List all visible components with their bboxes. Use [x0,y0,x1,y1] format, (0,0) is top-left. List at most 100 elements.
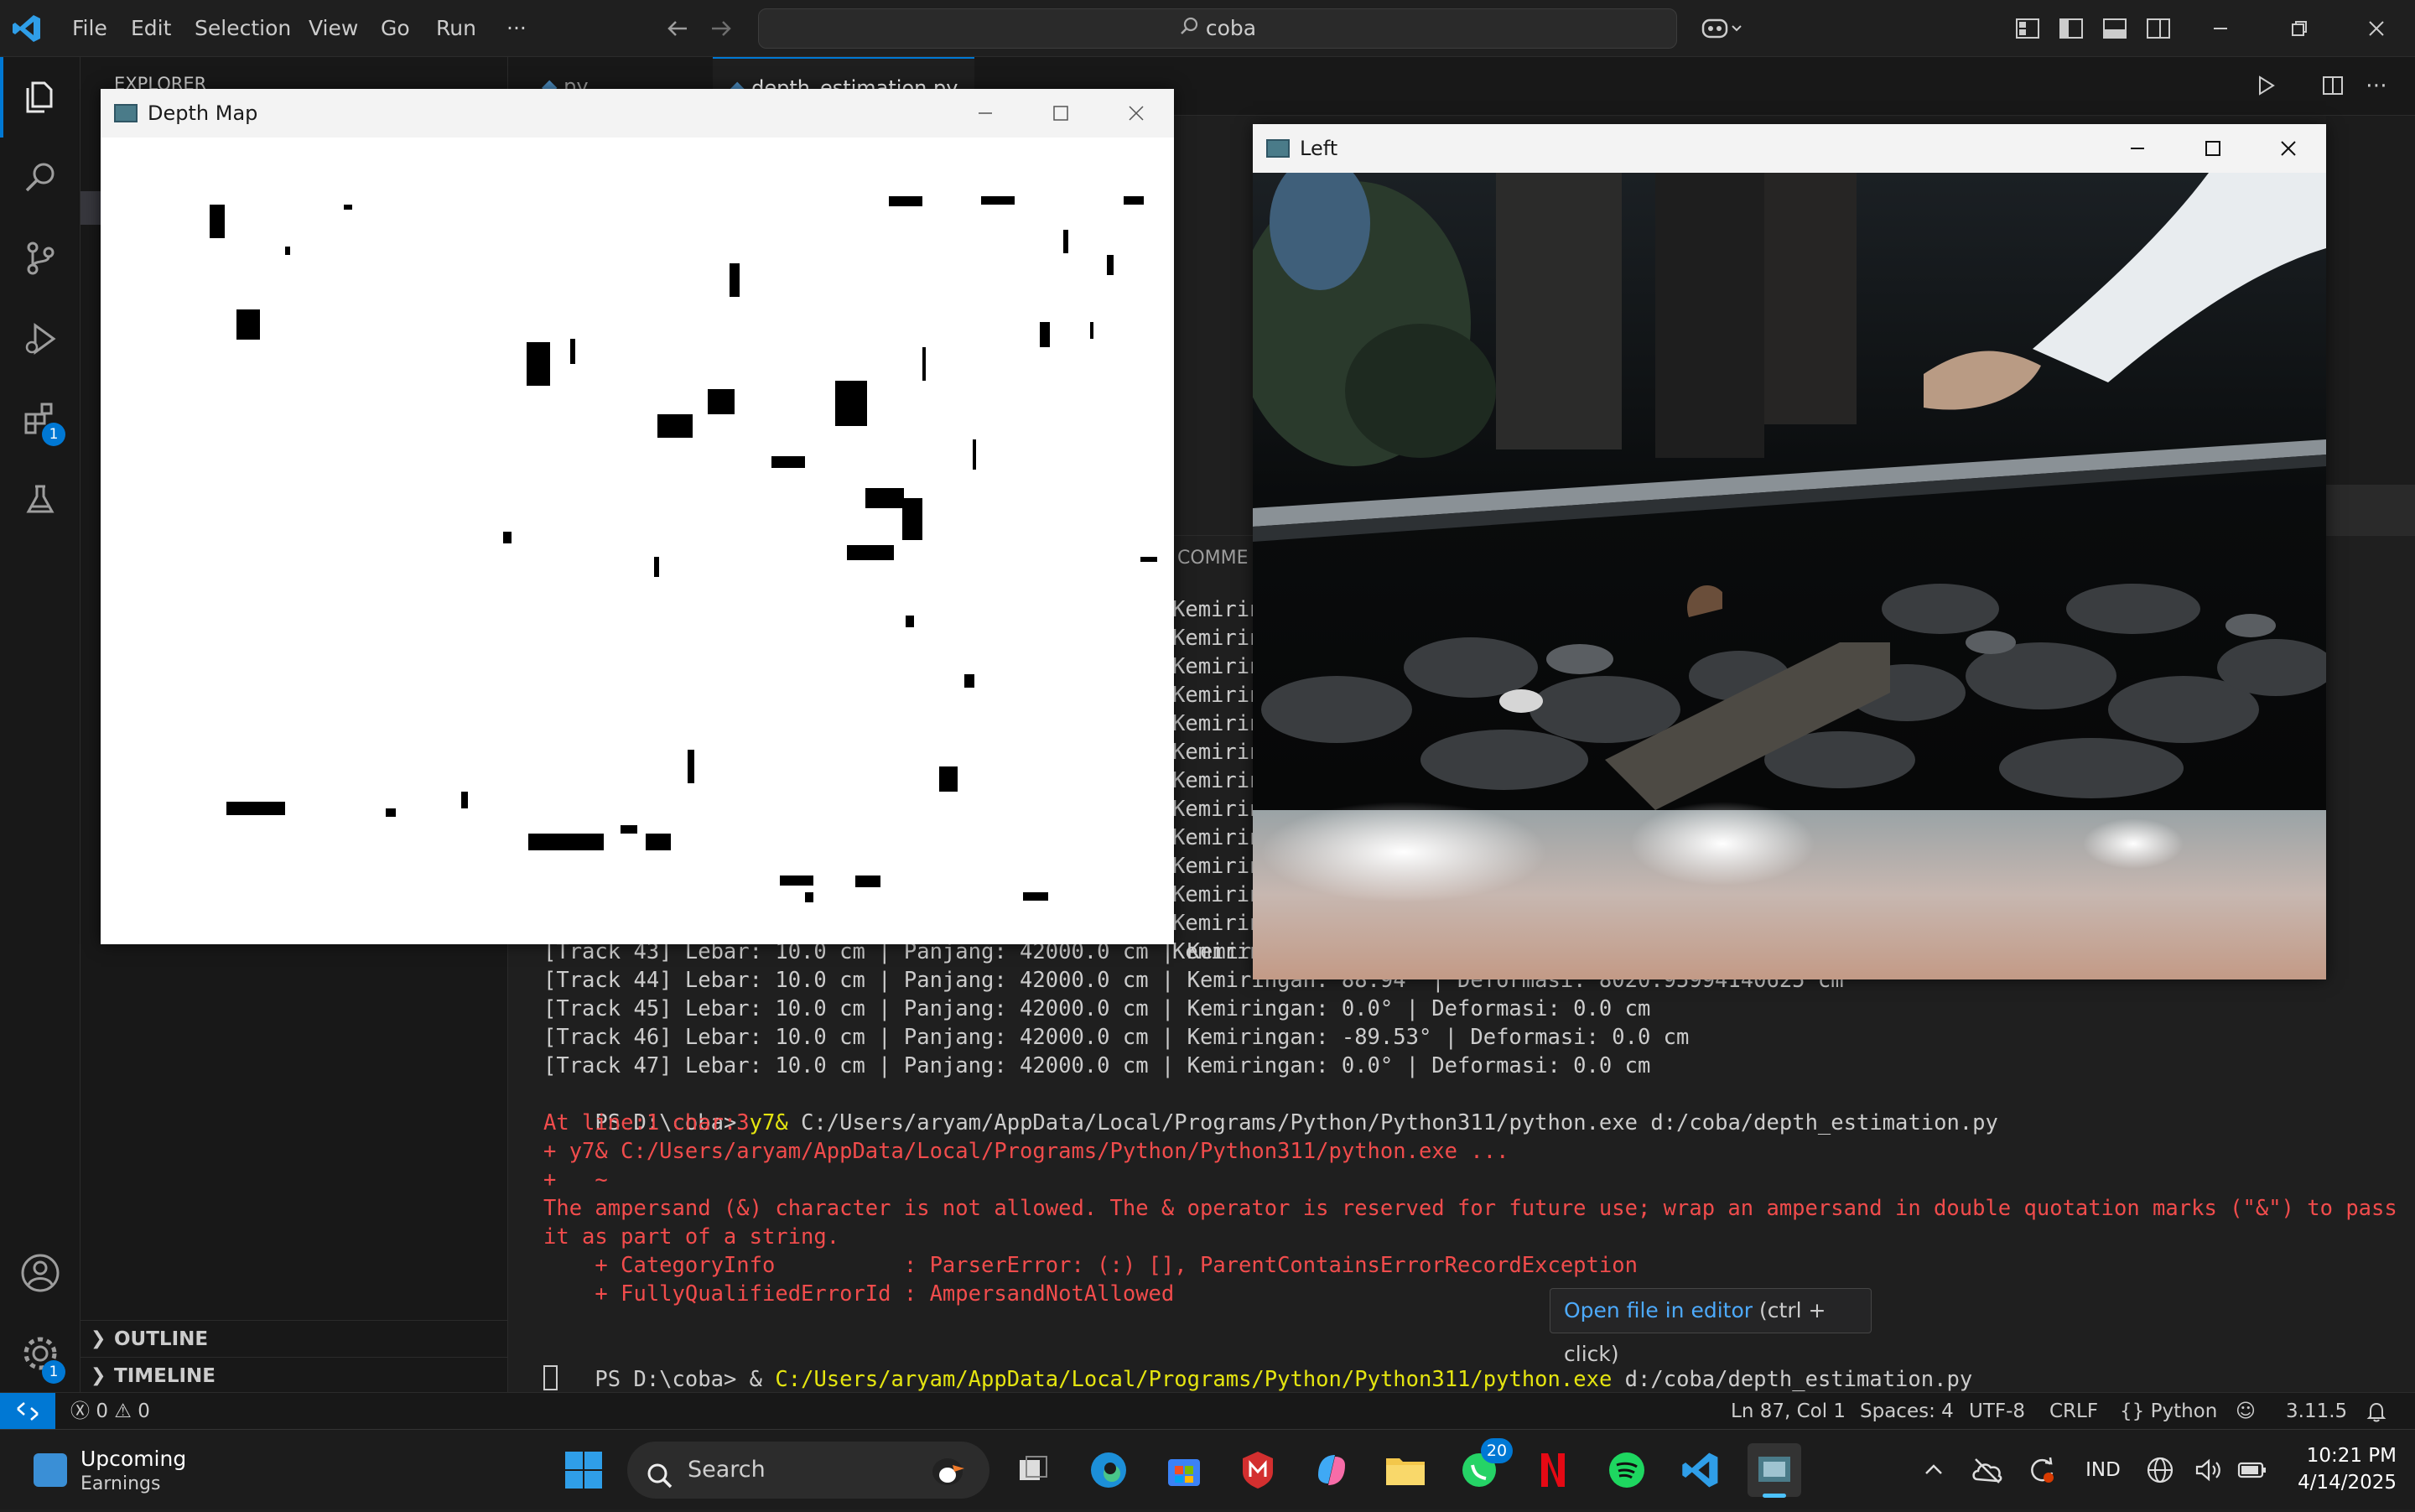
mcafee-icon[interactable] [1231,1443,1285,1497]
close-icon[interactable] [1098,89,1174,138]
search-label: Search [688,1457,766,1483]
remote-indicator[interactable] [0,1393,55,1430]
left-camera-window[interactable]: Left [1253,124,2326,979]
netflix-icon[interactable] [1526,1443,1580,1497]
menu-more[interactable]: ··· [506,10,527,47]
image-window-icon [1266,139,1290,158]
window-title: Left [1300,137,1338,160]
warning-icon: ⚠ [114,1400,132,1422]
command-token: y7& [749,1110,788,1135]
stocks-icon [34,1453,67,1487]
testing-icon[interactable] [0,460,80,540]
maximize-icon[interactable] [1023,89,1098,138]
notifications-bell-icon[interactable] [2366,1393,2386,1430]
terminal-line: Kemirin [1172,911,1263,936]
braces-icon: {} [2120,1400,2145,1422]
camera-image [1253,173,2326,979]
minimize-icon[interactable] [948,89,1023,138]
python-version[interactable]: 3.11.5 [2286,1393,2347,1430]
copilot-app-icon[interactable] [1305,1443,1358,1497]
explorer-icon[interactable] [0,57,80,138]
whatsapp-badge: 20 [1481,1438,1513,1463]
link-hover-tooltip[interactable]: Open file in editor (ctrl + click) [1550,1288,1872,1366]
close-icon[interactable] [2251,124,2326,173]
terminal-line: Kemirin [1172,683,1263,708]
problems-indicator[interactable]: Ⓧ 0 ⚠ 0 [70,1393,150,1430]
error-line: it as part of a string. [543,1224,840,1250]
error-line: + ~ [543,1167,608,1192]
language-mode[interactable]: {} Python [2120,1393,2217,1430]
start-windows-icon[interactable] [557,1443,610,1497]
clock[interactable]: 10:21 PM 4/14/2025 [2283,1442,2408,1499]
extensions-badge: 1 [42,423,65,446]
terminal-line: Kemirin [1172,711,1263,736]
warning-count: 0 [138,1400,150,1422]
extensions-icon[interactable]: 1 [0,379,80,460]
python-app-taskbar-icon[interactable] [1748,1443,1801,1498]
network-icon[interactable] [2143,1443,2177,1497]
minimize-icon[interactable] [2100,124,2175,173]
activity-bar: 1 1 [0,57,80,1392]
onedrive-offline-icon[interactable] [1961,1443,2014,1497]
volume-icon[interactable] [2192,1443,2225,1497]
menu-go[interactable]: Go [381,10,410,47]
cursor-position[interactable]: Ln 87, Col 1 [1731,1393,1846,1430]
line-ending[interactable]: CRLF [2049,1393,2098,1430]
chevron-right-icon: ❯ [91,1328,106,1349]
settings-badge: 1 [42,1360,65,1384]
terminal-line: [Track 46] Lebar: 10.0 cm | Panjang: 420… [543,1025,1690,1050]
error-line: + FullyQualifiedErrorId : AmpersandNotAl… [543,1281,1175,1307]
taskbar-search[interactable]: Search [627,1442,989,1499]
vscode-taskbar-icon[interactable] [1674,1443,1727,1497]
file-explorer-icon[interactable] [1379,1443,1432,1497]
spotify-icon[interactable] [1600,1443,1654,1497]
terminal-line: Kemirin [1172,854,1263,879]
window-titlebar[interactable]: Left [1253,124,2326,173]
microsoft-store-icon[interactable] [1157,1443,1211,1497]
error-line: + y7& C:/Users/aryam/AppData/Local/Progr… [543,1139,1509,1164]
whatsapp-icon[interactable]: 20 [1452,1438,1513,1497]
menu-run[interactable]: Run [436,10,476,47]
command-path-link[interactable]: C:/Users/aryam/AppData/Local/Programs/Py… [775,1367,1612,1392]
weather-widget[interactable]: Upcoming Earnings [30,1442,215,1499]
indentation[interactable]: Spaces: 4 [1860,1393,1954,1430]
terminal-line: Kemirin [1172,768,1263,793]
terminal-command-line: PS D:\coba> & C:/Users/aryam/AppData/Loc… [543,1337,1972,1392]
menu-view[interactable]: View [309,10,358,47]
menu-file[interactable]: File [72,10,107,47]
terminal-line: Kemirin [1172,626,1263,651]
window-titlebar[interactable]: Depth Map [101,89,1174,138]
terminal-line: Kemirin [1172,597,1263,622]
edge-browser-icon[interactable] [1082,1443,1135,1497]
task-view-icon[interactable] [1006,1443,1060,1497]
tray-overflow-chevron-icon[interactable] [1907,1443,1961,1497]
terminal-line: Kemirin [1172,740,1263,765]
encoding[interactable]: UTF-8 [1969,1393,2025,1430]
error-line: The ampersand (&) character is not allow… [543,1196,2397,1221]
timeline-section-header[interactable]: ❯ TIMELINE [80,1357,508,1394]
outline-section-header[interactable]: ❯ OUTLINE [80,1320,508,1357]
search-view-icon[interactable] [0,138,80,218]
sync-icon[interactable] [2014,1443,2068,1497]
menu-edit[interactable]: Edit [131,10,171,47]
clock-time: 10:21 PM [2306,1445,2397,1467]
accounts-icon[interactable] [0,1233,80,1313]
depth-map-window[interactable]: Depth Map [101,89,1174,944]
open-file-link[interactable]: Open file in editor [1564,1298,1753,1322]
menu-selection[interactable]: Selection [195,10,291,47]
battery-icon[interactable] [2234,1443,2271,1497]
run-debug-icon[interactable] [0,299,80,379]
source-control-icon[interactable] [0,218,80,299]
terminal-line: Kemirin [1172,654,1263,679]
depth-map-image [101,138,1174,944]
settings-gear-icon[interactable]: 1 [0,1313,80,1394]
copilot-status-icon[interactable]: ☺ [2236,1393,2256,1430]
maximize-icon[interactable] [2175,124,2251,173]
command-arg-link[interactable]: d:/coba/depth_estimation.py [1625,1367,1973,1392]
timeline-label: TIMELINE [114,1365,216,1387]
error-line: + CategoryInfo : ParserError: (:) [], Pa… [543,1253,1638,1278]
clock-date: 4/14/2025 [2298,1472,2397,1494]
input-language[interactable]: IND [2078,1443,2128,1497]
outline-label: OUTLINE [114,1328,209,1350]
window-title: Depth Map [148,101,258,125]
